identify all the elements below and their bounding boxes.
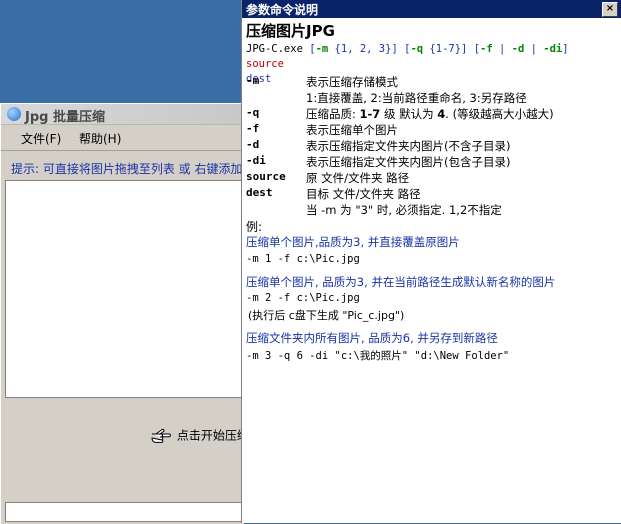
help-window: 参数命令说明 × 压缩图片JPG JPG-C.exe [-m {1, 2, 3}… (241, 0, 621, 523)
quality-mid: 级 默认为 (380, 107, 438, 121)
usage-separator: | (530, 43, 537, 55)
usage-bracket: ] (562, 43, 569, 55)
file-list[interactable] (5, 180, 245, 398)
divider (1, 150, 244, 151)
usage-bracket: ] (391, 43, 398, 55)
example-title: 压缩单个图片,品质为3, 并直接覆盖原图片 (246, 235, 460, 249)
status-bar (5, 502, 245, 522)
usage-exe: JPG-C.exe (246, 43, 303, 55)
example-label: 例: (246, 220, 263, 234)
usage-separator: | (499, 43, 506, 55)
usage-line: JPG-C.exe [-m {1, 2, 3}] [-q {1-7}] [-f … (246, 42, 612, 87)
option-desc: 1:直接覆盖, 2:当前路径重命名, 3:另存路径 (306, 91, 527, 105)
help-heading: 压缩图片JPG (246, 22, 335, 40)
option-desc: 压缩品质: 1-7 级 默认为 4. (等级越高大小越大) (306, 106, 554, 122)
example-title: 压缩文件夹内所有图片, 品质为6, 并另存到新路径 (246, 331, 498, 345)
example-command: -m 1 -f c:\Pic.jpg (246, 253, 360, 265)
close-button[interactable]: × (602, 2, 618, 17)
usage-source: source (246, 58, 284, 70)
usage-bracket: ] (461, 43, 468, 55)
example-note: (执行后 c盘下生成 "Pic_c.jpg") (248, 309, 405, 322)
option-name: -di (246, 154, 266, 167)
option-desc: 当 -m 为 "3" 时, 必须指定. 1,2不指定 (306, 203, 502, 217)
quality-post: . (等级越高大小越大) (445, 107, 554, 121)
app-title: Jpg 批量压缩 (25, 110, 105, 125)
usage-d-flag: -d (511, 43, 525, 55)
option-desc: 表示压缩指定文件夹内图片(包含子目录) (306, 155, 511, 169)
option-name: -f (246, 122, 260, 135)
option-desc: 表示压缩指定文件夹内图片(不含子目录) (306, 139, 511, 153)
usage-di-flag: -di (543, 43, 563, 55)
quality-pre: 压缩品质: (306, 107, 360, 121)
example-command: -m 3 -q 6 -di "c:\我的照片" "d:\New Folder" (246, 350, 510, 362)
menu-file[interactable]: 文件(F) (21, 130, 61, 147)
option-desc: 表示压缩存储模式 (306, 75, 398, 89)
usage-f-flag: -f (480, 43, 493, 55)
app-logo-icon (7, 107, 21, 121)
pointing-hand-icon (151, 428, 171, 443)
usage-m-arg: {1, 2, 3} (334, 43, 392, 55)
usage-q-flag: -q (410, 43, 424, 55)
usage-q-arg: {1-7} (429, 43, 462, 55)
option-name: source (246, 170, 286, 183)
example-command: -m 2 -f c:\Pic.jpg (246, 292, 360, 304)
option-desc: 原 文件/文件夹 路径 (306, 171, 410, 185)
option-name: -m (246, 74, 260, 87)
app-titlebar[interactable]: Jpg 批量压缩 (1, 104, 244, 125)
option-name: -d (246, 138, 260, 151)
option-desc: 表示压缩单个图片 (306, 123, 398, 137)
app-window: Jpg 批量压缩 文件(F) 帮助(H) 提示: 可直接将图片拖拽至列表 或 右… (0, 103, 249, 524)
example-title: 压缩单个图片, 品质为3, 并在当前路径生成默认新名称的图片 (246, 275, 556, 289)
option-desc: 目标 文件/文件夹 路径 (306, 187, 421, 201)
option-name: -q (246, 106, 260, 119)
start-compress-button[interactable]: 点击开始压缩 (151, 426, 249, 444)
usage-m-flag: -m (315, 43, 329, 55)
menu-bar: 文件(F) 帮助(H) (1, 126, 244, 148)
quality-range: 1-7 (359, 107, 381, 121)
menu-help[interactable]: 帮助(H) (79, 130, 121, 147)
help-window-title: 参数命令说明 (246, 3, 319, 17)
hint-text: 提示: 可直接将图片拖拽至列表 或 右键添加 (11, 162, 243, 176)
help-titlebar[interactable]: 参数命令说明 × (242, 0, 621, 18)
start-label: 点击开始压缩 (176, 428, 249, 443)
option-name: dest (246, 186, 273, 199)
